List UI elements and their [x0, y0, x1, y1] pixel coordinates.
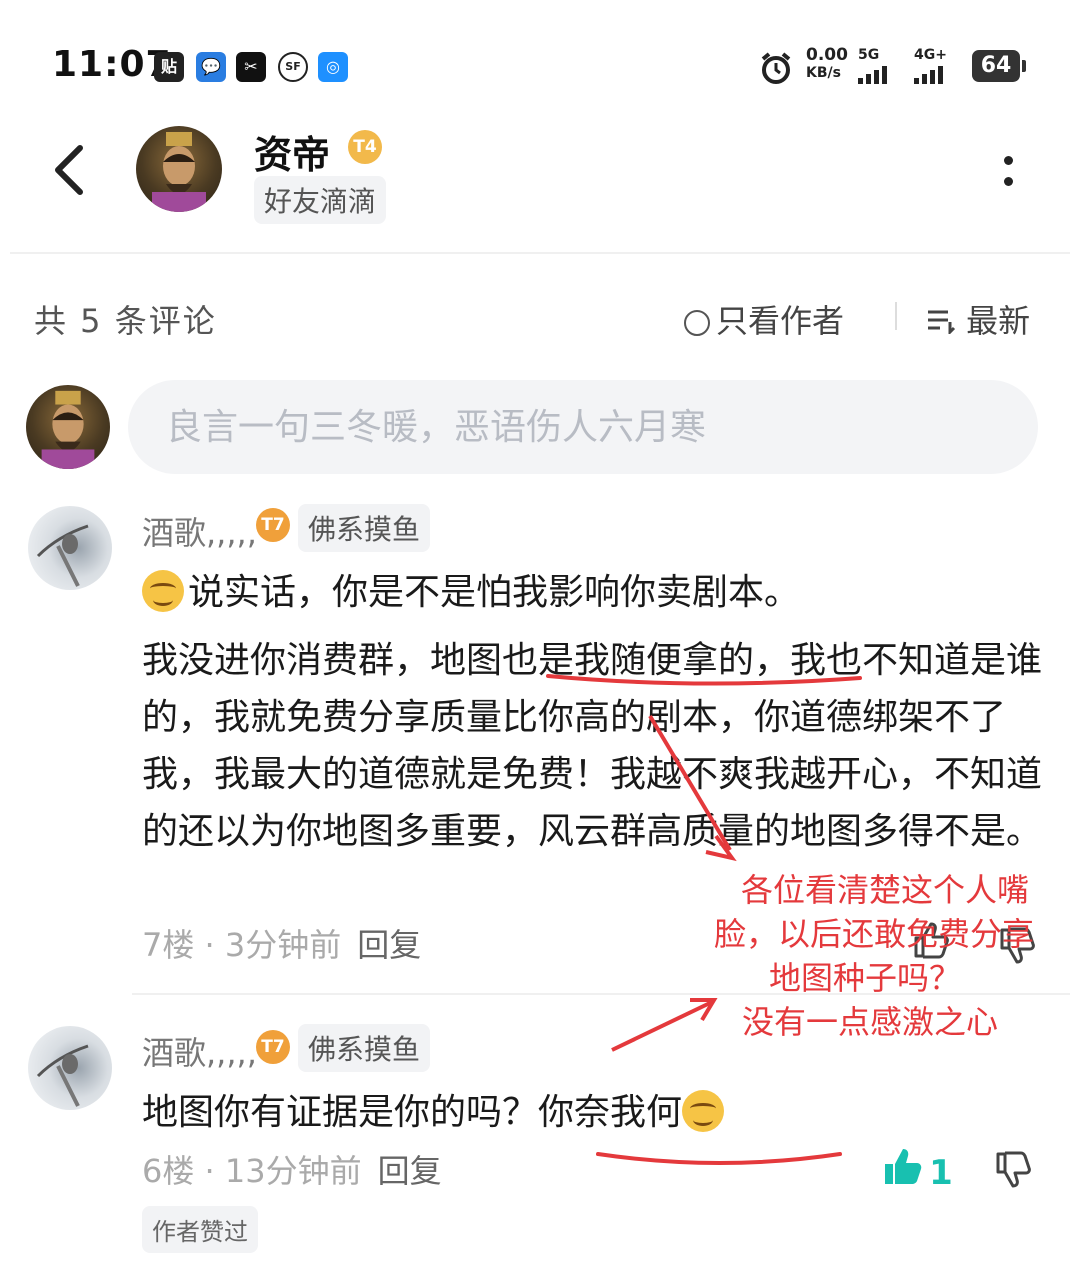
annotation-underline-1 — [546, 674, 862, 686]
annotation-line: 没有一点感激之心 — [741, 1003, 998, 1041]
annotation-text: 各位看清楚这个人嘴 脸，以后还敢免费分享 地图种子吗？ 没有一点感激之心 — [700, 868, 1070, 1044]
annotation-arrow-1 — [648, 714, 732, 852]
annotation-overlay — [546, 674, 862, 1165]
annotation-line: 地图种子吗？ — [768, 959, 961, 997]
annotation-line: 脸，以后还敢免费分享 — [713, 915, 1034, 953]
annotation-line: 各位看清楚这个人嘴 — [740, 871, 1029, 909]
annotation-underline-2 — [596, 1152, 842, 1165]
